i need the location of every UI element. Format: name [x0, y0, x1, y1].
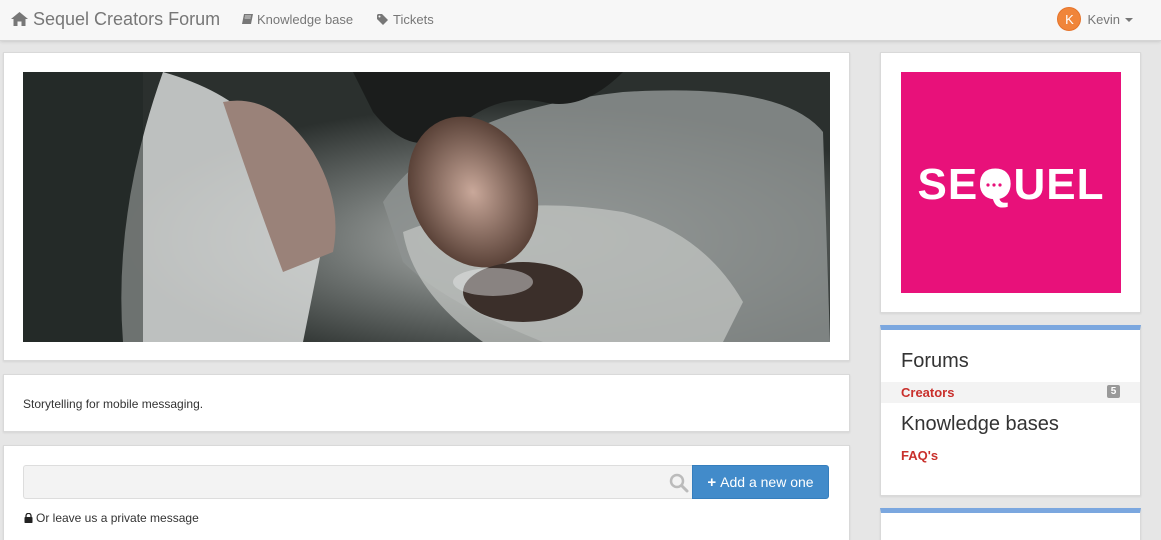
sequel-logo: SEQUEL: [901, 72, 1121, 293]
avatar: K: [1057, 7, 1082, 31]
tagline-text: Storytelling for mobile messaging.: [23, 397, 204, 411]
forum-item-creators[interactable]: Creators 5: [881, 382, 1140, 403]
private-message-link[interactable]: Or leave us a private message: [24, 511, 199, 525]
brand-title: Sequel Creators Forum: [33, 8, 221, 29]
search-icon[interactable]: [669, 473, 689, 498]
forums-panel: Forums Creators 5 Knowledge bases FAQ's: [880, 325, 1141, 496]
tag-icon: [377, 13, 388, 25]
knowledge-bases-title: Knowledge bases: [901, 413, 1059, 435]
forums-title: Forums: [901, 350, 969, 372]
home-icon: [11, 12, 28, 26]
sidebar-panel-bottom: [880, 508, 1141, 540]
add-new-button[interactable]: + Add a new one: [692, 465, 829, 499]
kb-link-faqs[interactable]: FAQ's: [901, 448, 938, 463]
kb-item-faqs[interactable]: FAQ's: [881, 445, 1140, 466]
search-panel: + Add a new one Or leave us a private me…: [3, 445, 850, 540]
search-input[interactable]: [23, 465, 693, 499]
nav-knowledge-base[interactable]: Knowledge base: [242, 12, 353, 27]
logo-panel: SEQUEL: [880, 52, 1141, 313]
private-message-label: Or leave us a private message: [36, 511, 199, 525]
nav-tickets[interactable]: Tickets: [377, 12, 434, 27]
tagline-panel: Storytelling for mobile messaging.: [3, 374, 850, 432]
add-new-button-label: Add a new one: [720, 474, 814, 490]
lock-icon: [24, 513, 33, 523]
user-name: Kevin: [1087, 11, 1120, 27]
hero-image: [23, 72, 830, 342]
nav-tickets-label: Tickets: [393, 12, 434, 27]
chevron-down-icon: [1125, 18, 1133, 22]
forum-link-creators[interactable]: Creators: [901, 385, 954, 400]
hero-panel: [3, 52, 850, 361]
nav-knowledge-base-label: Knowledge base: [257, 12, 354, 27]
book-icon: [242, 14, 253, 24]
logo-text: SEQUEL: [918, 160, 1105, 209]
plus-icon: +: [707, 473, 717, 491]
user-menu[interactable]: K Kevin: [1057, 7, 1133, 31]
brand-link[interactable]: Sequel Creators Forum: [11, 8, 220, 30]
top-navbar: Sequel Creators Forum Knowledge base Tic…: [0, 0, 1161, 41]
count-badge: 5: [1107, 385, 1120, 398]
